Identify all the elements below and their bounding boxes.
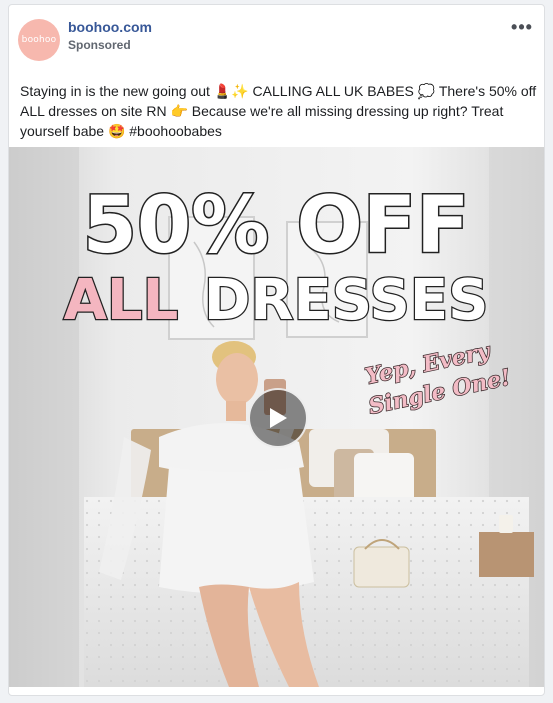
- page-name-link[interactable]: boohoo.com: [68, 19, 152, 35]
- post-header: boohoo boohoo.com Sponsored •••: [9, 5, 544, 69]
- headline-line1: 50% OFF: [83, 181, 470, 271]
- headline-accent: ALL: [64, 268, 179, 333]
- video-media[interactable]: 50% OFF ALL DRESSES Yep, Every Single On…: [9, 147, 544, 687]
- sponsored-post-card: boohoo boohoo.com Sponsored ••• Staying …: [8, 4, 545, 696]
- avatar-logo-text: boohoo: [21, 35, 57, 45]
- more-options-button[interactable]: •••: [510, 17, 534, 37]
- avatar[interactable]: boohoo: [18, 19, 60, 61]
- headline-rest: DRESSES: [204, 268, 489, 333]
- more-icon: •••: [511, 17, 533, 37]
- play-button[interactable]: [248, 388, 308, 448]
- headline-line2: ALL DRESSES: [64, 268, 489, 333]
- sponsored-label[interactable]: Sponsored: [68, 38, 131, 52]
- play-icon: [270, 408, 287, 428]
- post-caption: Staying in is the new going out 💄✨ CALLI…: [20, 83, 537, 139]
